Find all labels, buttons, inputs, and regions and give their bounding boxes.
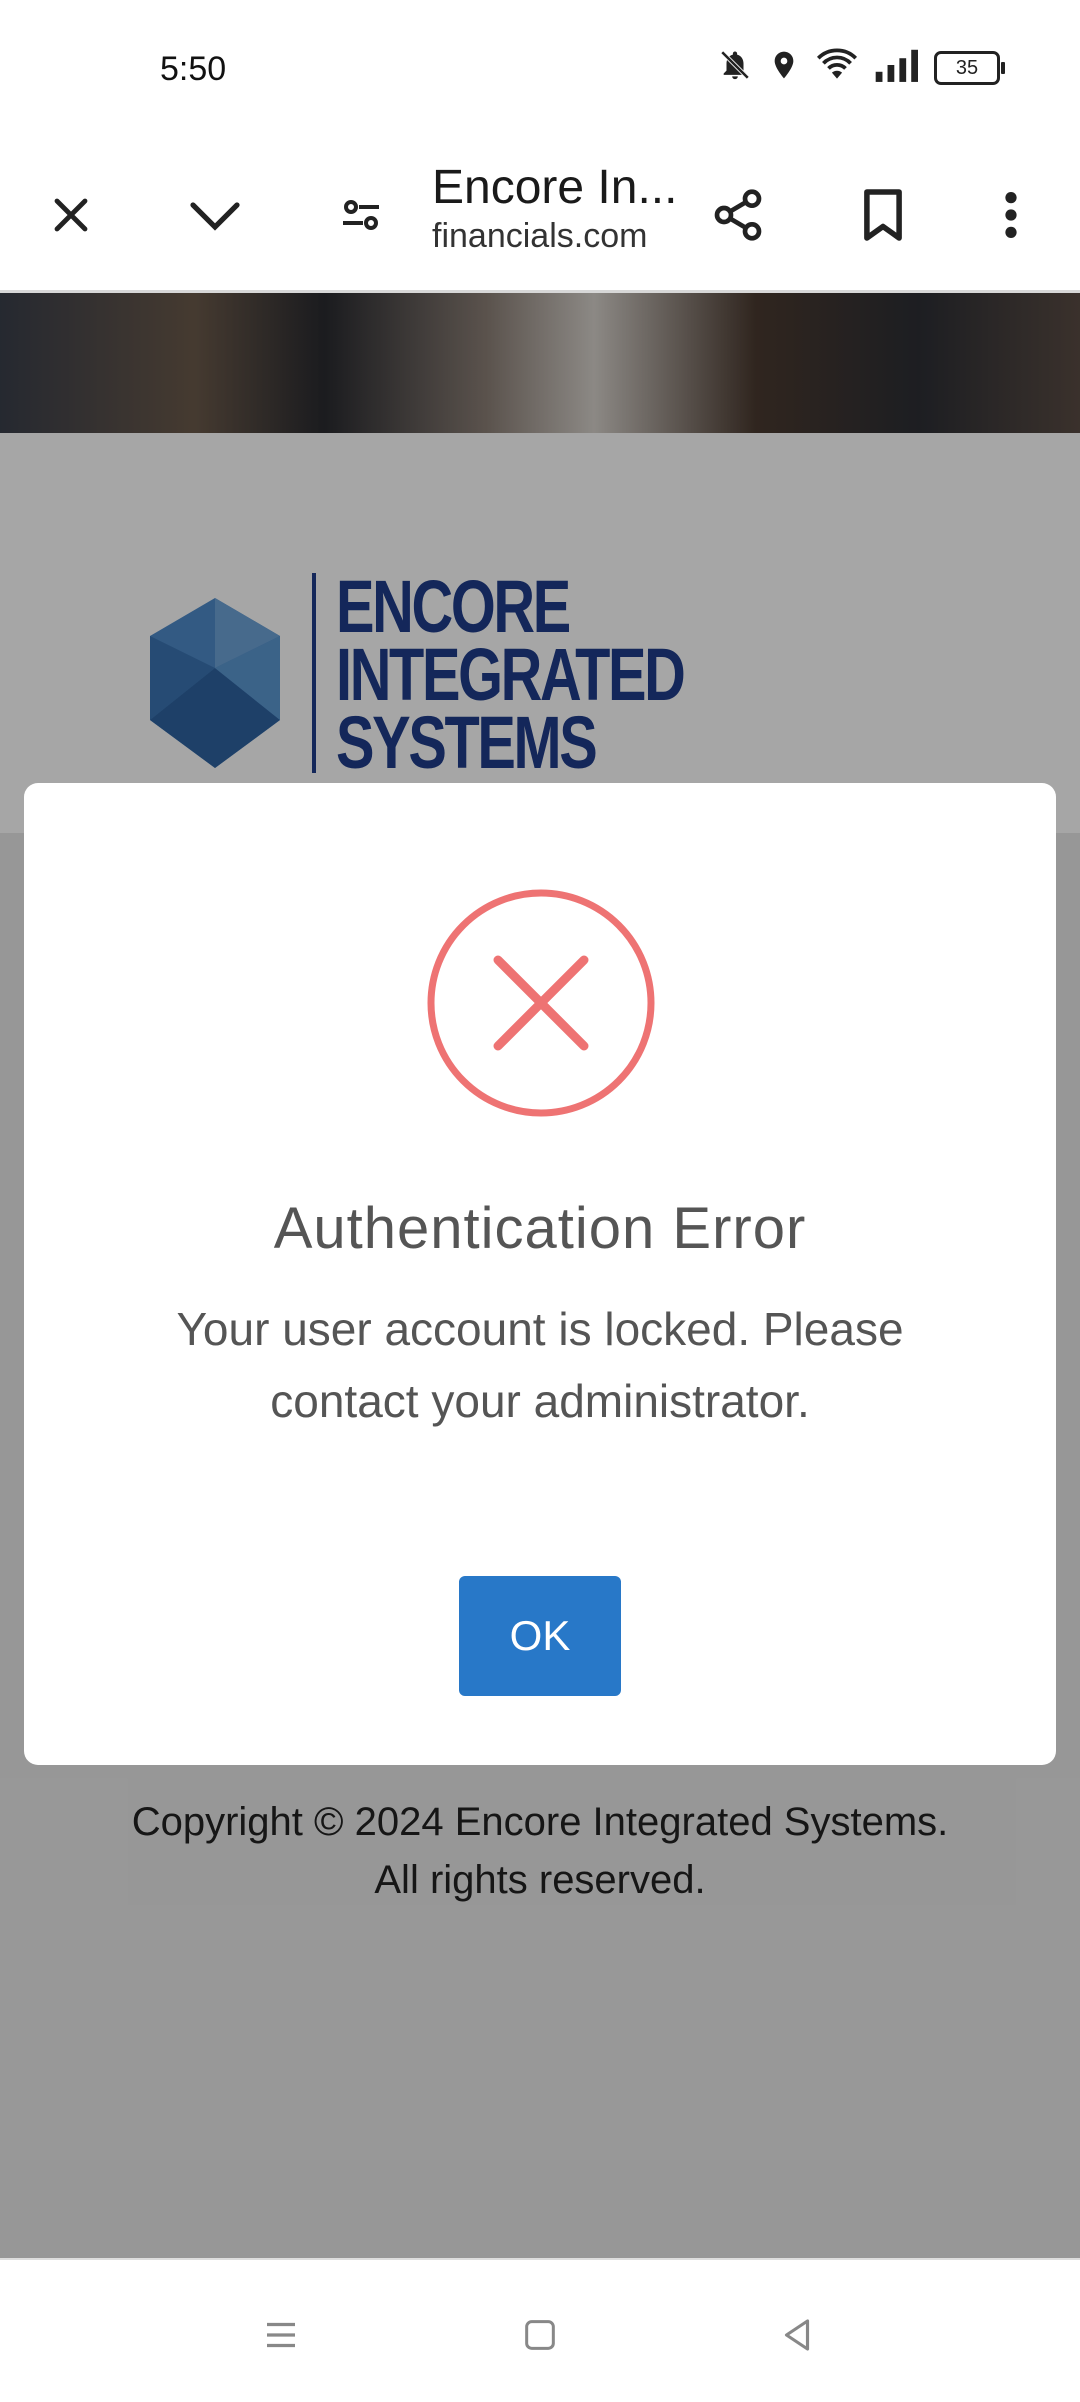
auth-error-dialog: Authentication Error Your user account i… xyxy=(24,783,1056,1765)
ok-button[interactable]: OK xyxy=(459,1576,621,1696)
signal-icon xyxy=(874,48,918,87)
dialog-message: Your user account is locked. Please cont… xyxy=(176,1303,904,1427)
page-url: financials.com xyxy=(432,217,648,255)
close-icon[interactable] xyxy=(36,180,106,250)
system-nav-bar xyxy=(0,2258,1080,2402)
dialog-title: Authentication Error xyxy=(273,1196,807,1261)
page-title: Encore In... xyxy=(432,161,678,214)
home-icon[interactable] xyxy=(505,2300,575,2370)
status-bar: 5:50 35 xyxy=(0,0,1080,140)
status-time: 5:50 xyxy=(160,50,227,88)
share-icon[interactable] xyxy=(703,180,773,250)
error-x-circle-icon xyxy=(427,889,655,1117)
browser-toolbar: Encore In... financials.com xyxy=(0,140,1080,290)
battery-icon: 35 xyxy=(934,50,1005,85)
bell-off-icon xyxy=(718,48,752,87)
location-icon xyxy=(768,48,800,87)
status-icons: 35 xyxy=(718,48,1005,87)
page-title-area[interactable]: Encore In... financials.com xyxy=(432,160,682,256)
bookmark-icon[interactable] xyxy=(848,180,918,250)
back-icon[interactable] xyxy=(762,2300,832,2370)
wifi-icon xyxy=(816,48,858,87)
more-vert-icon[interactable] xyxy=(976,180,1046,250)
chevron-down-icon[interactable] xyxy=(180,180,250,250)
site-settings-icon[interactable] xyxy=(326,180,396,250)
recents-icon[interactable] xyxy=(246,2300,316,2370)
